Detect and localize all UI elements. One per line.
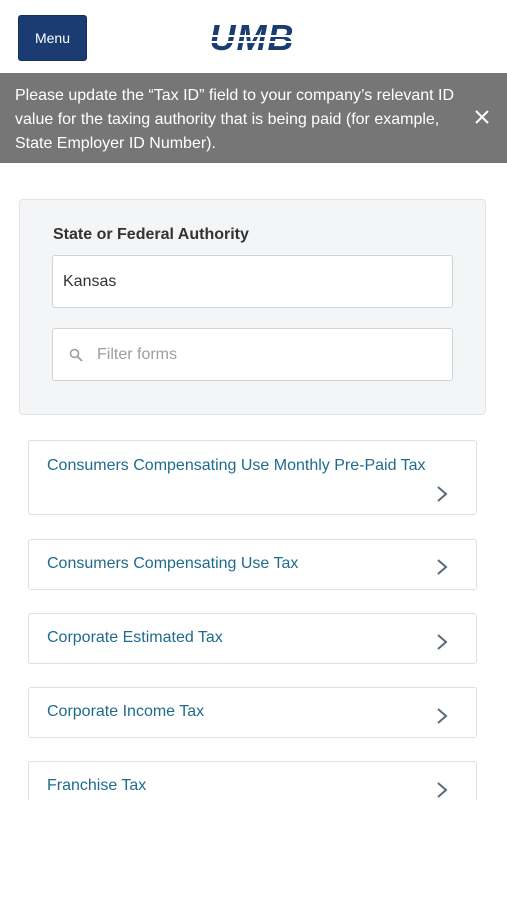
authority-value: Kansas <box>63 272 117 290</box>
form-label: Consumers Compensating Use Tax <box>47 555 299 572</box>
filter-forms-field[interactable] <box>52 328 453 381</box>
list-item[interactable]: Corporate Income Tax <box>28 687 477 738</box>
chevron-right-icon <box>437 634 448 650</box>
menu-button[interactable]: Menu <box>18 15 87 61</box>
chevron-right-icon <box>437 708 448 724</box>
banner-message: Please update the “Tax ID” field to your… <box>15 87 455 152</box>
close-icon[interactable] <box>472 107 492 127</box>
list-item[interactable]: Corporate Estimated Tax <box>28 613 477 664</box>
list-item[interactable]: Consumers Compensating Use Tax <box>28 539 477 590</box>
authority-select[interactable]: Kansas <box>52 255 453 308</box>
search-icon <box>69 348 83 362</box>
chevron-right-icon <box>437 559 448 575</box>
authority-panel: State or Federal Authority Kansas <box>19 199 486 415</box>
svg-text:UMB: UMB <box>210 21 295 55</box>
chevron-right-icon <box>437 782 448 798</box>
form-label: Corporate Income Tax <box>47 703 205 720</box>
authority-label: State or Federal Authority <box>53 226 249 243</box>
chevron-right-icon <box>437 486 448 502</box>
filter-forms-input[interactable] <box>97 345 417 364</box>
form-label: Consumers Compensating Use Monthly Pre-P… <box>47 457 426 474</box>
notice-banner: Please update the “Tax ID” field to your… <box>0 73 507 163</box>
form-label: Franchise Tax <box>47 777 147 794</box>
list-item[interactable]: Consumers Compensating Use Monthly Pre-P… <box>28 440 477 515</box>
app-header: Menu UMB <box>0 0 507 73</box>
bottom-whitespace <box>0 800 507 900</box>
umb-logo: UMB <box>190 21 314 55</box>
form-label: Corporate Estimated Tax <box>47 629 223 646</box>
